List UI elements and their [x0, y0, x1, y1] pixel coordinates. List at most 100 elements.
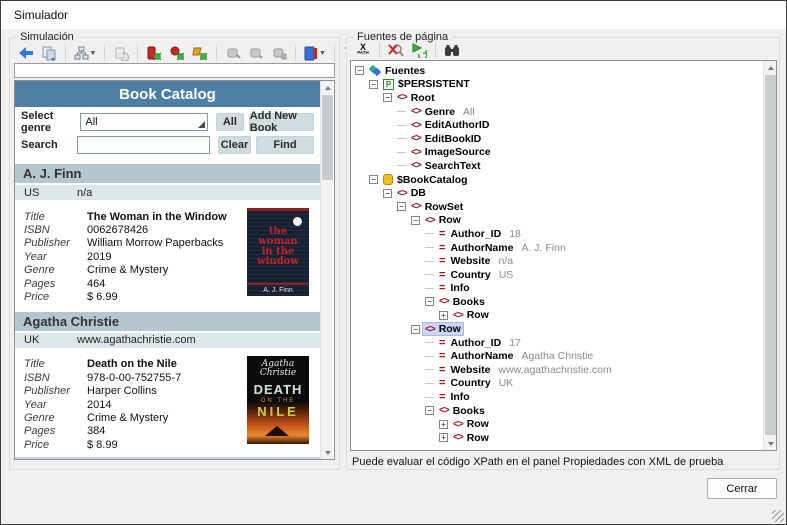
expand-toggle[interactable]: −	[369, 80, 378, 89]
device-select-button[interactable]: ▼	[302, 43, 328, 63]
back-button[interactable]	[16, 43, 36, 63]
author-subrow: USn/a	[15, 185, 320, 200]
reload-page-button[interactable]	[111, 43, 131, 63]
author-header[interactable]: A. J. Finn	[15, 164, 320, 183]
find-node-button[interactable]	[442, 40, 462, 60]
tree-node[interactable]: −<>Books	[351, 404, 763, 418]
clear-xml-button[interactable]	[386, 40, 406, 60]
node-label: Country	[450, 269, 490, 281]
binoculars-icon	[444, 44, 460, 57]
scrollbar-thumb[interactable]	[322, 95, 333, 180]
tree-connector	[425, 233, 434, 234]
search-input[interactable]	[77, 136, 210, 154]
simulator-address-bar[interactable]	[14, 63, 335, 78]
debug-run-button[interactable]	[190, 43, 210, 63]
element-icon: <>	[411, 106, 421, 117]
page-layout-button[interactable]: ▼	[72, 43, 98, 63]
expand-toggle[interactable]: −	[355, 66, 364, 75]
scroll-down-arrow-icon[interactable]	[321, 446, 334, 459]
expand-toggle[interactable]: −	[369, 175, 378, 184]
scroll-down-arrow-icon[interactable]	[764, 437, 777, 450]
step-into-button[interactable]	[223, 43, 243, 63]
attribute-icon: =	[439, 228, 445, 240]
element-icon: <>	[397, 188, 407, 199]
expand-toggle[interactable]: −	[383, 189, 392, 198]
reload-xml-button[interactable]	[409, 40, 429, 60]
expand-toggle[interactable]: −	[397, 202, 406, 211]
tree-indent	[351, 356, 425, 357]
node-value: 18	[509, 228, 521, 240]
tree-node[interactable]: =CountryUK	[351, 377, 763, 391]
author-header[interactable]: Agatha Christie	[15, 312, 320, 331]
book-entry[interactable]: TitleDeath on the NileISBN978-0-00-75275…	[15, 348, 320, 458]
tree-node[interactable]: =AuthorNameA. J. Finn	[351, 241, 763, 255]
find-button[interactable]: Find	[256, 136, 314, 154]
node-label: AuthorName	[450, 242, 513, 254]
titlebar[interactable]: Simulador	[1, 1, 786, 29]
debug-device-icon	[146, 46, 162, 61]
all-button[interactable]: All	[216, 113, 244, 131]
expand-toggle[interactable]: +	[439, 420, 448, 429]
tree-node[interactable]: −Fuentes	[351, 64, 763, 78]
tree-indent	[351, 342, 425, 343]
tree-node[interactable]: −<>Row	[351, 214, 763, 228]
tree-node[interactable]: <>EditBookID	[351, 132, 763, 146]
expand-toggle[interactable]: −	[425, 297, 434, 306]
copy-page-button[interactable]	[39, 43, 59, 63]
scrollbar-thumb[interactable]	[765, 75, 776, 435]
xpath-button[interactable]: X PATH	[353, 40, 373, 60]
tree-node[interactable]: −<>DB	[351, 186, 763, 200]
tree-node[interactable]: −<>Row	[351, 322, 763, 336]
tree-scrollbar[interactable]	[763, 61, 776, 450]
tree-connector	[397, 125, 406, 126]
resize-grip[interactable]	[772, 510, 784, 522]
tree-node[interactable]: <>GenreAll	[351, 105, 763, 119]
tree-node[interactable]: −$BookCatalog	[351, 173, 763, 187]
find-button-label: Find	[273, 139, 296, 151]
add-new-book-button[interactable]: Add New Book	[249, 113, 314, 131]
tree-node[interactable]: +<>Row	[351, 309, 763, 323]
scroll-up-arrow-icon[interactable]	[321, 81, 334, 94]
attribute-icon: =	[439, 255, 445, 267]
preview-scrollbar[interactable]	[320, 81, 333, 459]
genre-combobox[interactable]: All	[80, 113, 208, 131]
tree-node[interactable]: +<>Row	[351, 431, 763, 445]
clear-button[interactable]: Clear	[218, 136, 251, 154]
tree-node[interactable]: =Info	[351, 390, 763, 404]
tree-node[interactable]: =Websitewww.agathachristie.com	[351, 363, 763, 377]
close-button[interactable]: Cerrar	[707, 478, 777, 499]
tree-node[interactable]: +<>Row	[351, 417, 763, 431]
expand-toggle[interactable]: −	[411, 216, 420, 225]
tree-node[interactable]: −<>Books	[351, 295, 763, 309]
book-entry[interactable]: TitleThe Woman in the WindowISBN00626784…	[15, 200, 320, 310]
element-icon: <>	[411, 160, 421, 171]
expand-toggle[interactable]: −	[425, 406, 434, 415]
scroll-up-arrow-icon[interactable]	[764, 61, 777, 74]
expand-toggle[interactable]: −	[411, 325, 420, 334]
tree-node[interactable]: =Author_ID18	[351, 227, 763, 241]
simulated-page: Book Catalog Select genre All All Add	[14, 80, 335, 460]
expand-toggle[interactable]: +	[439, 311, 448, 320]
page-hierarchy-icon	[74, 46, 89, 60]
step-out-button[interactable]	[269, 43, 289, 63]
tree-node[interactable]: =Websiten/a	[351, 254, 763, 268]
tree-node[interactable]: −P$PERSISTENT	[351, 78, 763, 92]
debug-device-button[interactable]	[144, 43, 164, 63]
tree-node[interactable]: =Info	[351, 282, 763, 296]
tree-node[interactable]: =AuthorNameAgatha Christie	[351, 349, 763, 363]
tree-node[interactable]: −<>Root	[351, 91, 763, 105]
book-entry[interactable]: TitleThe Mysterious Affair at StylesISBN…	[15, 457, 320, 459]
tree-node[interactable]: <>ImageSource	[351, 146, 763, 160]
tree-node[interactable]: <>EditAuthorID	[351, 118, 763, 132]
step-over-button[interactable]	[246, 43, 266, 63]
debug-breakpoint-icon	[169, 46, 185, 61]
book-field-label: ISBN	[24, 372, 87, 384]
tree-node[interactable]: =CountryUS	[351, 268, 763, 282]
tree-node[interactable]: −<>RowSet	[351, 200, 763, 214]
catalog-form: Select genre All All Add New Book	[15, 107, 320, 162]
expand-toggle[interactable]: +	[439, 433, 448, 442]
debug-breakpoint-button[interactable]	[167, 43, 187, 63]
tree-node[interactable]: =Author_ID17	[351, 336, 763, 350]
expand-toggle[interactable]: −	[383, 93, 392, 102]
tree-node[interactable]: <>SearchText	[351, 159, 763, 173]
